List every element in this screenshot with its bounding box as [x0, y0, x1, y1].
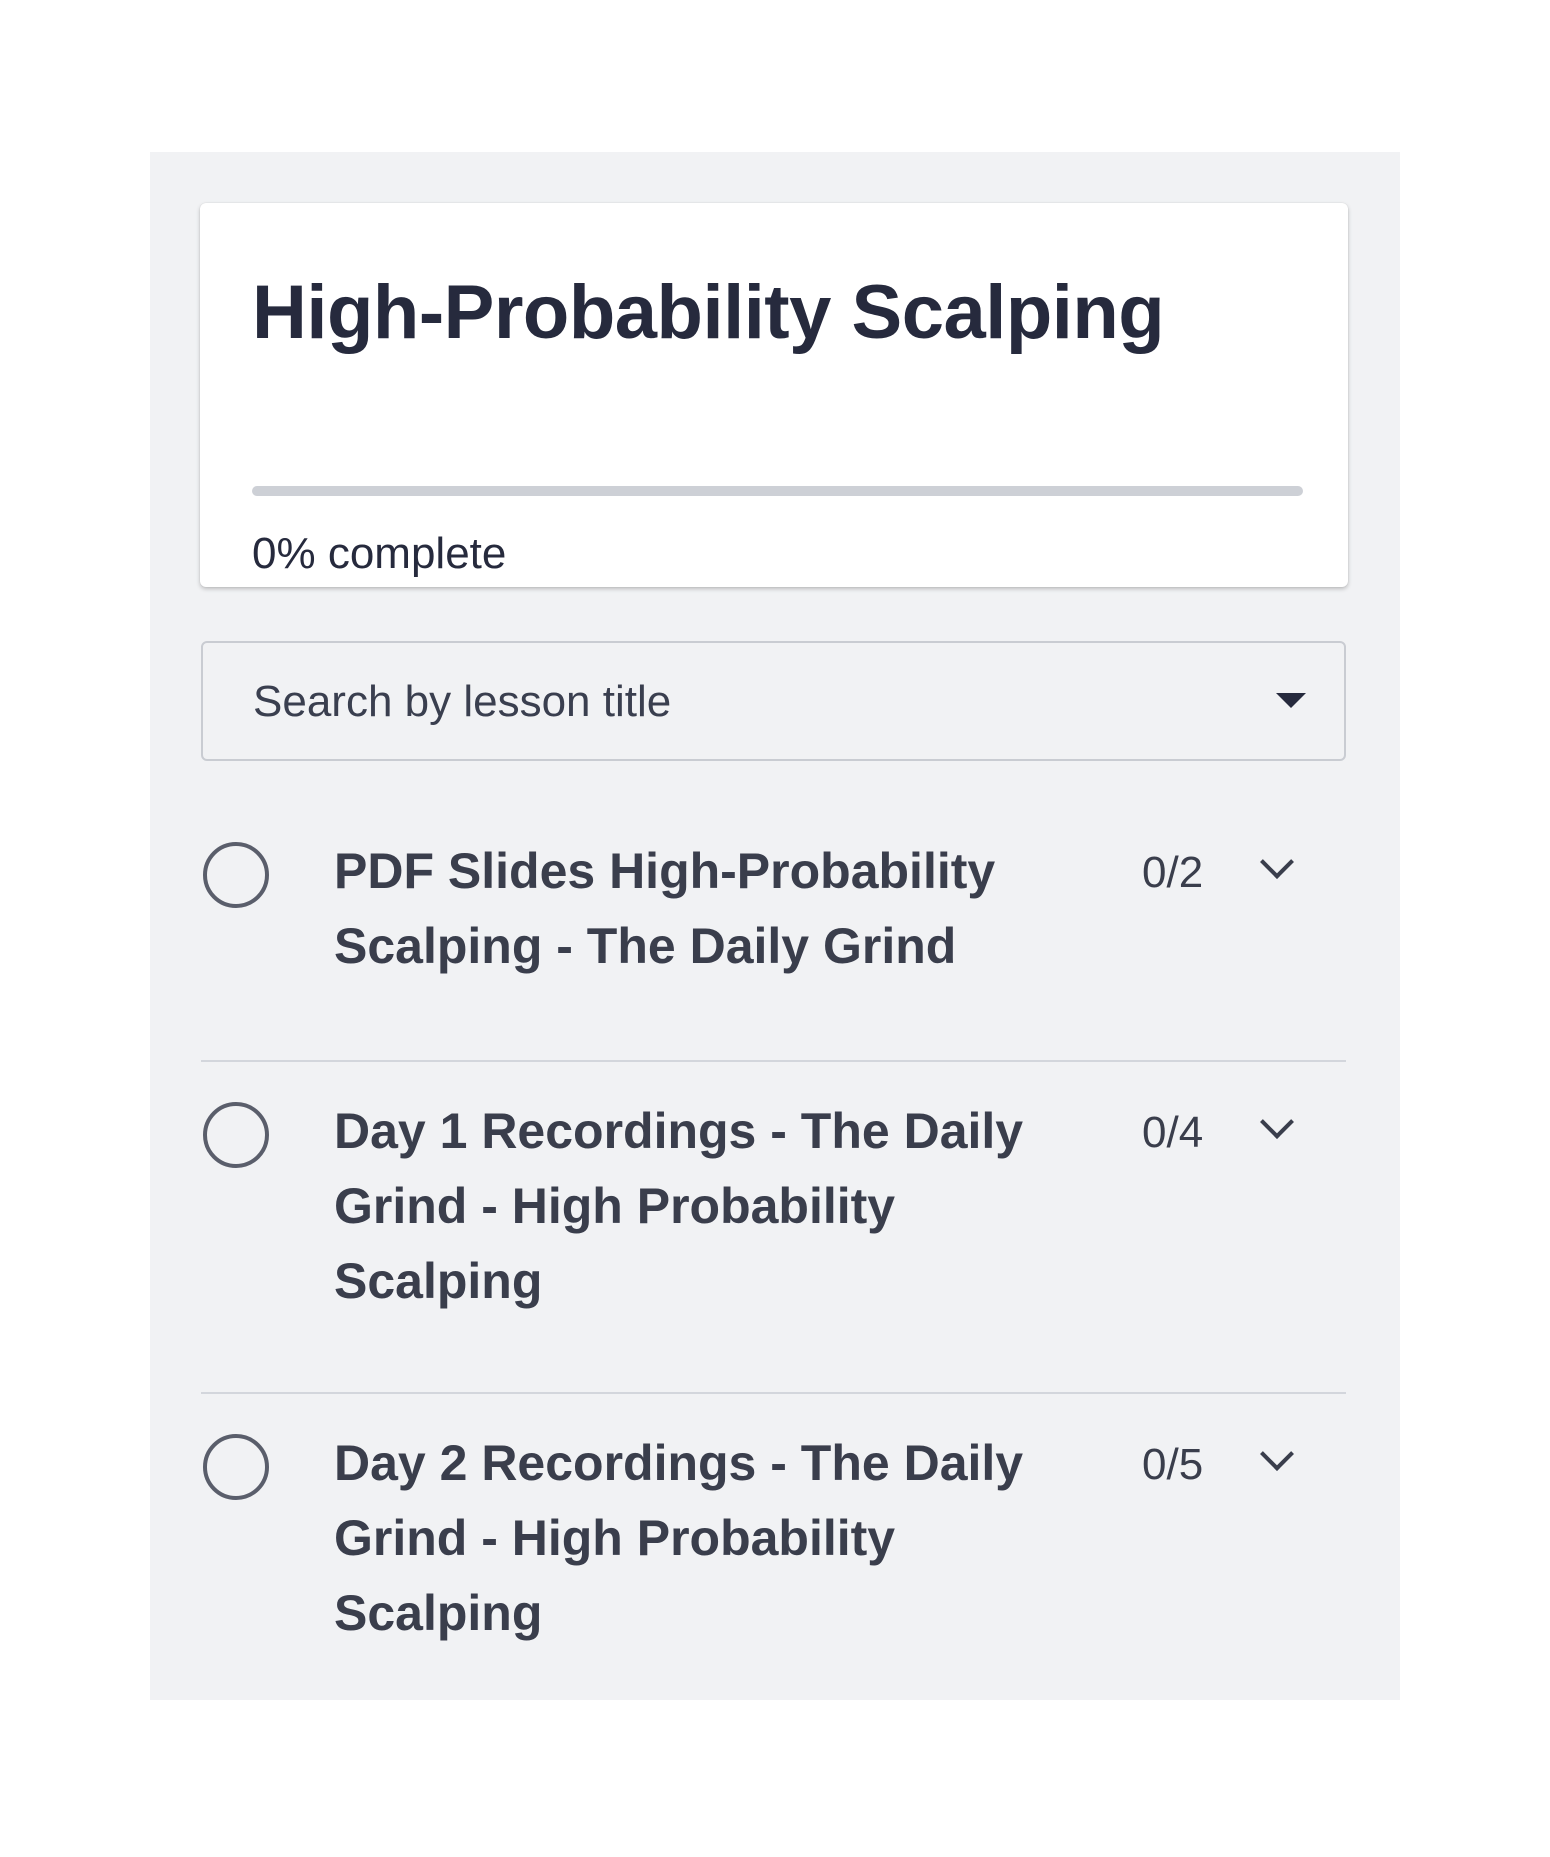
section-item-day-1-recordings[interactable]: Day 1 Recordings - The Daily Grind - Hig… — [201, 1060, 1346, 1392]
course-sidebar: High-Probability Scalping 0% complete Se… — [150, 152, 1400, 1700]
section-title: Day 1 Recordings - The Daily Grind - Hig… — [334, 1103, 1024, 1309]
section-title: PDF Slides High-Probability Scalping - T… — [334, 843, 996, 974]
search-placeholder: Search by lesson title — [253, 677, 672, 726]
course-header-card: High-Probability Scalping 0% complete — [200, 203, 1348, 587]
section-list: PDF Slides High-Probability Scalping - T… — [201, 804, 1346, 1704]
caret-down-icon[interactable] — [1276, 693, 1306, 708]
section-item-pdf-slides[interactable]: PDF Slides High-Probability Scalping - T… — [201, 804, 1346, 1060]
chevron-down-icon[interactable] — [1260, 1437, 1294, 1471]
course-title: High-Probability Scalping — [252, 270, 1165, 355]
progress-bar — [252, 486, 1303, 496]
empty-circle-icon — [203, 842, 269, 908]
section-count: 0/5 — [1142, 1440, 1204, 1489]
lesson-search-select[interactable]: Search by lesson title — [201, 641, 1346, 761]
section-item-day-2-recordings[interactable]: Day 2 Recordings - The Daily Grind - Hig… — [201, 1392, 1346, 1704]
empty-circle-icon — [203, 1102, 269, 1168]
section-count: 0/2 — [1142, 848, 1204, 897]
section-title: Day 2 Recordings - The Daily Grind - Hig… — [334, 1435, 1024, 1641]
empty-circle-icon — [203, 1434, 269, 1500]
section-count: 0/4 — [1142, 1108, 1204, 1157]
chevron-down-icon[interactable] — [1260, 1105, 1294, 1139]
chevron-down-icon[interactable] — [1260, 845, 1294, 879]
progress-text: 0% complete — [252, 529, 507, 578]
page: High-Probability Scalping 0% complete Se… — [0, 0, 1550, 1857]
